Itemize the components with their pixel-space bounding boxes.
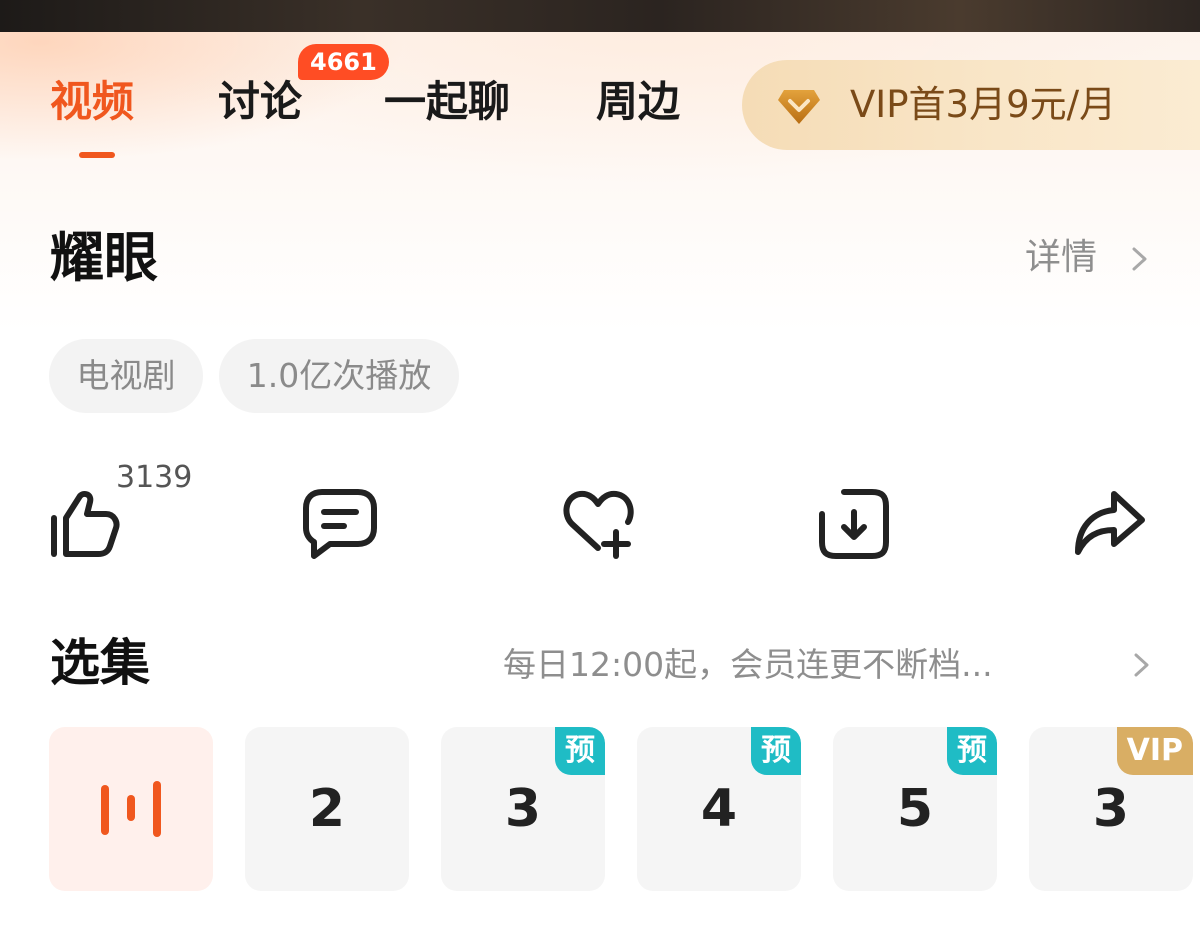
episode-tile[interactable]: 2	[245, 727, 409, 891]
favorite-add-icon	[563, 490, 634, 559]
favorite-button[interactable]	[558, 484, 638, 564]
video-player-edge[interactable]	[0, 0, 1200, 32]
tab-chat-together[interactable]: 一起聊	[384, 74, 510, 130]
chevron-right-icon	[1134, 653, 1149, 677]
episodes-more-link[interactable]: 每日12:00起，会员连更不断档...	[503, 640, 1163, 690]
episode-tile[interactable]: 4 预	[637, 727, 801, 891]
preview-badge: 预	[751, 727, 801, 775]
episode-tile[interactable]: 3 VIP	[1029, 727, 1193, 891]
diamond-icon	[778, 90, 820, 124]
now-playing-icon	[101, 781, 161, 837]
details-label: 详情	[1025, 237, 1098, 278]
share-icon	[1075, 491, 1145, 555]
play-count-tag: 1.0亿次播放	[219, 339, 459, 413]
share-button[interactable]	[1070, 484, 1150, 564]
download-button[interactable]	[814, 484, 894, 564]
episodes-title: 选集	[50, 634, 150, 692]
tab-merchandise[interactable]: 周边	[596, 74, 680, 130]
episode-tile[interactable]: 5 预	[833, 727, 997, 891]
vip-promo-banner[interactable]: VIP首3月9元/月	[742, 60, 1200, 150]
vip-badge: VIP	[1116, 727, 1193, 775]
details-link[interactable]: 详情	[1025, 233, 1155, 283]
tab-discussion[interactable]: 讨论	[218, 74, 302, 130]
chevron-right-icon	[1132, 247, 1147, 271]
show-title: 耀眼	[50, 226, 158, 289]
episode-number: 2	[308, 779, 346, 839]
genre-tag[interactable]: 电视剧	[49, 339, 203, 413]
preview-badge: 预	[947, 727, 997, 775]
active-tab-indicator	[79, 152, 115, 158]
tab-bar: 视频 讨论 4661 一起聊 周边 VIP首3月9元/月	[0, 32, 1200, 172]
thumbs-up-icon	[51, 491, 120, 557]
like-button[interactable]	[44, 484, 124, 564]
discussion-count-badge: 4661	[298, 44, 389, 80]
vip-promo-text: VIP首3月9元/月	[850, 83, 1117, 126]
episode-1-playing[interactable]	[49, 727, 213, 891]
episode-tile[interactable]: 3 预	[441, 727, 605, 891]
update-schedule-text: 每日12:00起，会员连更不断档...	[503, 645, 993, 684]
comment-icon	[303, 489, 377, 559]
comment-button[interactable]	[300, 484, 380, 564]
like-count: 3139	[116, 460, 193, 495]
preview-badge: 预	[555, 727, 605, 775]
tab-video[interactable]: 视频	[50, 74, 134, 130]
download-icon	[819, 489, 889, 559]
video-detail-page: 视频 讨论 4661 一起聊 周边 VIP首3月9元/月 耀眼 详情 电视剧 1…	[0, 0, 1200, 951]
